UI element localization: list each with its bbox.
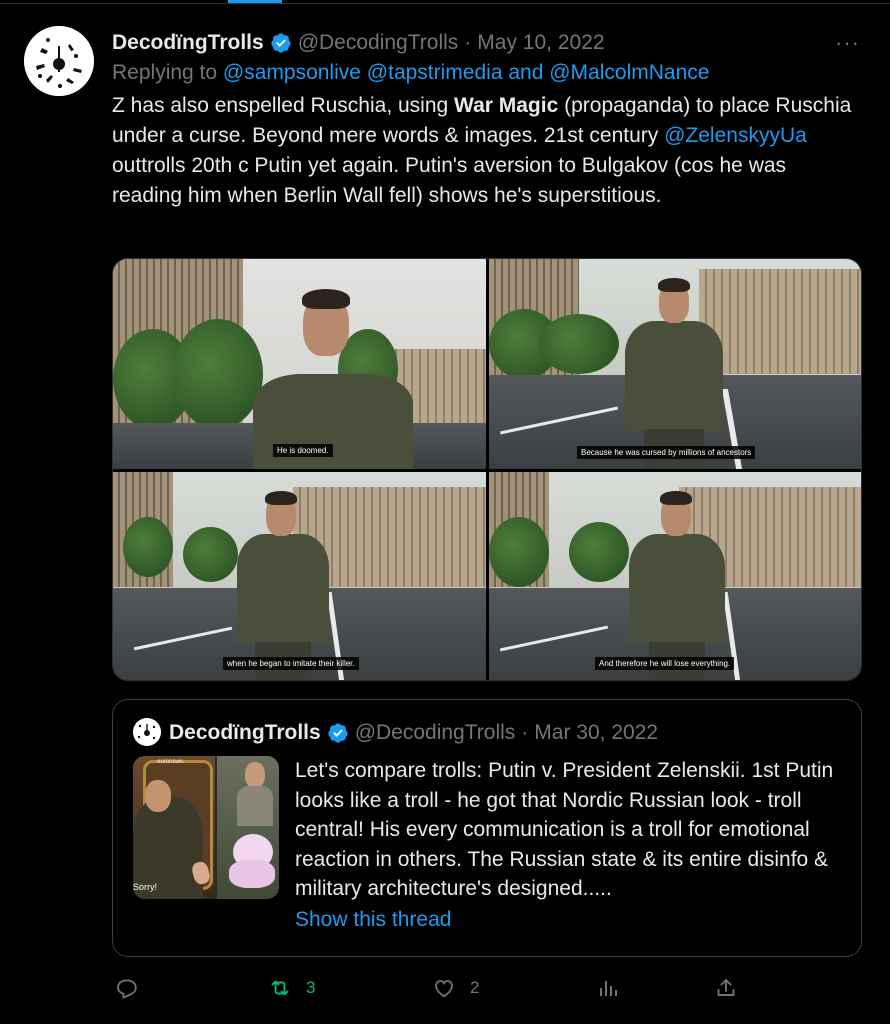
thumb-logo: euronews. [157,759,185,765]
show-thread-link[interactable]: Show this thread [295,908,451,932]
like-button[interactable]: 2 [432,976,479,1000]
tweet-text-part: Z has also enspelled Ruschia, using [112,94,455,117]
tweet-text-bold: War Magic [454,94,559,117]
author-handle[interactable]: @DecodingTrolls [298,31,459,55]
author-name[interactable]: DecodïngTrolls [112,31,264,55]
media-grid: He is doomed. Because he was cursed by m… [112,258,862,681]
reply-and[interactable]: and [508,61,543,84]
tweet-text: Z has also enspelled Ruschia, using War … [112,91,852,211]
tweet-header: DecodïngTrolls @DecodingTrolls · May 10,… [112,30,605,56]
quoted-author-name: DecodïngTrolls [169,721,321,744]
media-image[interactable]: He is doomed. [113,259,486,469]
quoted-date: Mar 30, 2022 [534,721,659,744]
quoted-handle: @DecodingTrolls [354,721,516,744]
tweet-actions: 3 2 [112,976,872,1006]
like-count: 2 [470,978,480,997]
views-icon [600,981,617,996]
tweet-text-part: outtrolls 20th c Putin yet again. Putin'… [112,154,787,207]
mention-link[interactable]: @ZelenskyyUa [664,124,807,147]
retweet-count: 3 [306,978,316,997]
quoted-text: Let's compare trolls: Putin v. President… [295,759,834,900]
media-caption: when he began to imitate their killer. [223,657,359,670]
retweet-icon [271,980,289,996]
thumb-caption: Sorry! [133,882,158,892]
views-button[interactable] [596,976,620,1000]
more-icon[interactable]: ··· [835,30,860,56]
mention-link[interactable]: @tapstrimedia [367,61,503,84]
avatar[interactable] [24,26,94,96]
like-icon [435,980,453,998]
separator: · [521,721,529,744]
separator: · [464,31,472,54]
media-caption: And therefore he will lose everything. [595,657,735,670]
replying-prefix: Replying to [112,61,218,84]
media-image[interactable]: And therefore he will lose everything. [489,472,861,680]
retweet-button[interactable]: 3 [268,976,315,1000]
replying-to: Replying to @sampsonlive @tapstrimedia a… [112,61,709,85]
quoted-avatar[interactable] [133,718,161,746]
mention-link[interactable]: @sampsonlive [223,61,361,84]
quoted-tweet[interactable]: DecodïngTrolls @DecodingTrolls · Mar 30,… [112,699,862,957]
mention-link[interactable]: @MalcolmNance [549,61,709,84]
media-image[interactable]: Because he was cursed by millions of anc… [489,259,861,469]
media-caption: Because he was cursed by millions of anc… [577,446,756,459]
media-caption: He is doomed. [273,444,333,457]
divider [0,3,890,4]
verified-icon [271,33,291,53]
reply-icon [117,979,137,999]
share-button[interactable] [714,976,738,1000]
quoted-thumbnail[interactable]: euronews. Sorry! [133,756,279,899]
tweet-date[interactable]: May 10, 2022 [477,31,604,55]
reply-button[interactable] [114,976,152,1000]
quoted-header: DecodïngTrolls @DecodingTrolls · Mar 30,… [169,720,658,746]
verified-icon [328,723,348,743]
share-icon [717,979,735,996]
media-image[interactable]: when he began to imitate their killer. [113,472,486,680]
